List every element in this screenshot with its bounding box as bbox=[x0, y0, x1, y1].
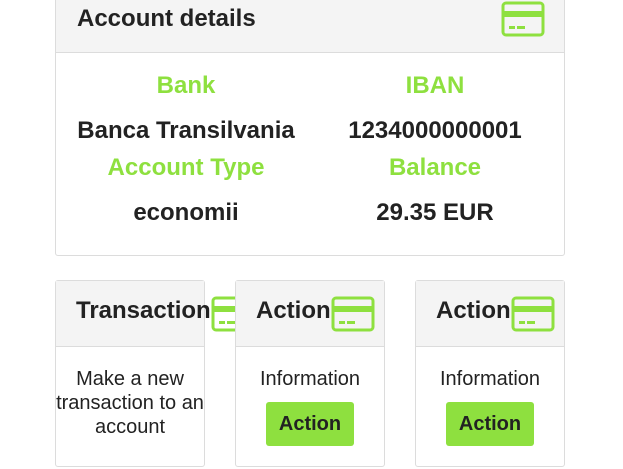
account-type-value: economii bbox=[133, 199, 239, 226]
account-details-card: Account details Bank IBAN Banca Transilv… bbox=[55, 0, 565, 256]
action-card-2: Action Information Action bbox=[415, 280, 565, 467]
credit-card-icon bbox=[501, 1, 545, 37]
account-details-title: Account details bbox=[77, 5, 256, 32]
action-card-2-text: Information bbox=[439, 368, 541, 390]
action-button-2[interactable]: Action bbox=[446, 402, 534, 446]
balance-label: Balance bbox=[388, 154, 482, 181]
action-card-2-title: Action bbox=[436, 297, 511, 324]
balance-value: 29.35 EUR bbox=[376, 199, 494, 226]
account-type-label: Account Type bbox=[107, 154, 265, 181]
transaction-card-header: Transaction bbox=[56, 281, 255, 347]
action-card-1-header: Action bbox=[236, 281, 384, 347]
account-details-header: Account details bbox=[56, 0, 564, 53]
iban-label: IBAN bbox=[405, 72, 465, 99]
iban-value: 1234000000001 bbox=[348, 117, 522, 144]
action-card-1-title: Action bbox=[256, 297, 331, 324]
action-button-1[interactable]: Action bbox=[266, 402, 354, 446]
credit-card-icon bbox=[331, 296, 375, 332]
transaction-card-text: Make a new transaction to an account bbox=[56, 368, 204, 438]
transaction-card[interactable]: Transaction Make a new transaction to an… bbox=[55, 280, 255, 467]
action-card-1-text: Information bbox=[259, 368, 361, 390]
action-card-2-header: Action bbox=[416, 281, 564, 347]
action-card-1: Action Information Action bbox=[235, 280, 385, 467]
bank-label: Bank bbox=[156, 72, 216, 99]
transaction-card-title: Transaction bbox=[76, 297, 211, 324]
credit-card-icon bbox=[511, 296, 555, 332]
bank-value: Banca Transilvania bbox=[77, 117, 295, 144]
